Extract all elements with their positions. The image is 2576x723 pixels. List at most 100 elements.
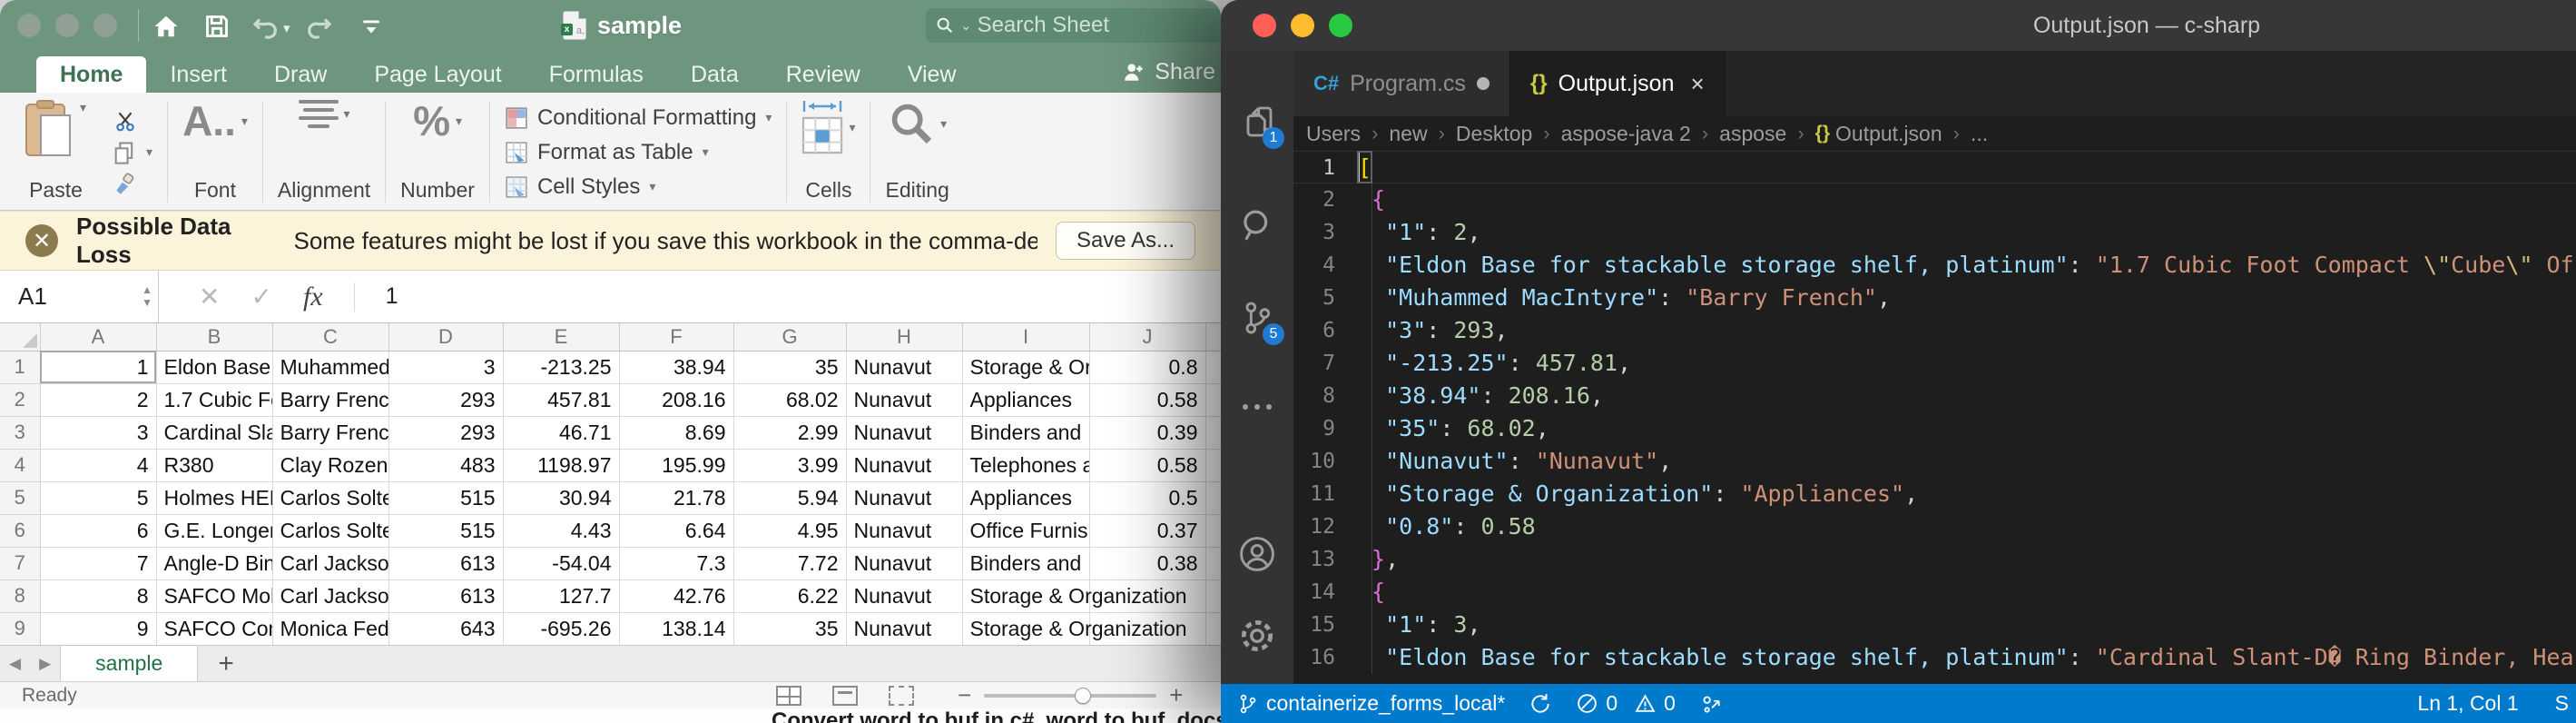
column-header-J[interactable]: J (1089, 323, 1205, 351)
cell-B3[interactable]: Cardinal Slan (156, 416, 272, 449)
cell-J4[interactable]: 0.58 (1089, 449, 1205, 481)
search-icon[interactable] (1221, 196, 1293, 254)
cell-styles-dropdown-icon[interactable]: ▾ (649, 179, 655, 194)
ribbon-customize-icon[interactable] (356, 11, 387, 42)
ribbon-tab-home[interactable]: Home (36, 56, 146, 93)
undo-dropdown-icon[interactable]: ▾ (283, 22, 290, 35)
editing-dropdown-icon[interactable]: ▾ (940, 116, 947, 132)
cell-H9[interactable]: Nunavut (846, 612, 962, 645)
zoom-slider-knob[interactable] (1075, 688, 1091, 704)
breadcrumb-item-output-json[interactable]: {}Output.json (1815, 122, 1942, 146)
cell-F3[interactable]: 8.69 (619, 416, 733, 449)
close-button[interactable] (17, 14, 41, 37)
cell-H6[interactable]: Nunavut (846, 514, 962, 547)
code-line-9[interactable]: 9 "35": 68.02, (1293, 412, 2576, 445)
cell-G6[interactable]: 4.95 (733, 514, 846, 547)
cell-G7[interactable]: 7.72 (733, 547, 846, 579)
cell-E3[interactable]: 46.71 (503, 416, 619, 449)
share-button[interactable]: Share (1122, 51, 1215, 93)
cell-C4[interactable]: Clay Rozenda (272, 449, 388, 481)
cell-A4[interactable]: 4 (40, 449, 156, 481)
code-line-3[interactable]: 3 "1": 2, (1293, 216, 2576, 249)
cell-E4[interactable]: 1198.97 (503, 449, 619, 481)
paste-button[interactable] (25, 100, 74, 160)
sheet-tab-sample[interactable]: sample (60, 646, 198, 681)
cell-B9[interactable]: SAFCO Comm (156, 612, 272, 645)
ribbon-tab-view[interactable]: View (884, 56, 980, 93)
column-header-I[interactable]: I (962, 323, 1089, 351)
clipped-status-item[interactable]: S (2555, 691, 2569, 716)
close-tab-icon[interactable]: × (1685, 70, 1704, 98)
row-header-2[interactable]: 2 (0, 383, 40, 416)
code-line-2[interactable]: 2 { (1293, 183, 2576, 216)
zoom-button[interactable] (1329, 14, 1352, 37)
column-header-D[interactable]: D (388, 323, 503, 351)
breadcrumb-item-desktop[interactable]: Desktop (1456, 122, 1532, 146)
column-header-A[interactable]: A (40, 323, 156, 351)
column-header-C[interactable]: C (272, 323, 388, 351)
cell-J3[interactable]: 0.39 (1089, 416, 1205, 449)
cell-I2[interactable]: Appliances (962, 383, 1089, 416)
cell-B1[interactable]: Eldon Base fo (156, 351, 272, 383)
conditional-formatting-dropdown-icon[interactable]: ▾ (765, 110, 772, 125)
cell-D4[interactable]: 483 (388, 449, 503, 481)
code-line-4[interactable]: 4 "Eldon Base for stackable storage shel… (1293, 249, 2576, 282)
cell-C8[interactable]: Carl Jackson (272, 579, 388, 612)
sync-button[interactable] (1529, 692, 1552, 716)
account-icon[interactable] (1221, 525, 1293, 583)
cell-I8[interactable]: Storage & Organization (962, 579, 1089, 612)
cell-H7[interactable]: Nunavut (846, 547, 962, 579)
breadcrumb-item-new[interactable]: new (1389, 122, 1427, 146)
cell-D3[interactable]: 293 (388, 416, 503, 449)
cell-A7[interactable]: 7 (40, 547, 156, 579)
editing-group[interactable]: ▾ Editing (872, 98, 961, 206)
cell-F5[interactable]: 21.78 (619, 481, 733, 514)
row-header-8[interactable]: 8 (0, 579, 40, 612)
sheet-prev-icon[interactable]: ◀ (0, 655, 30, 673)
cell-F2[interactable]: 208.16 (619, 383, 733, 416)
paste-dropdown-icon[interactable]: ▾ (80, 100, 86, 115)
cell-A6[interactable]: 6 (40, 514, 156, 547)
format-painter-button[interactable] (112, 173, 152, 196)
cell-empty[interactable] (1205, 579, 1221, 612)
code-line-10[interactable]: 10 "Nunavut": "Nunavut", (1293, 445, 2576, 478)
cell-C7[interactable]: Carl Jackson (272, 547, 388, 579)
cell-I1[interactable]: Storage & Or (962, 351, 1089, 383)
cell-F7[interactable]: 7.3 (619, 547, 733, 579)
confirm-entry-icon[interactable]: ✓ (251, 282, 271, 312)
ribbon-tab-review[interactable]: Review (762, 56, 884, 93)
cell-G1[interactable]: 35 (733, 351, 846, 383)
column-header-B[interactable]: B (156, 323, 272, 351)
cell-B6[interactable]: G.E. Longer-L (156, 514, 272, 547)
cut-button[interactable] (112, 109, 152, 133)
cell-G3[interactable]: 2.99 (733, 416, 846, 449)
cell-A3[interactable]: 3 (40, 416, 156, 449)
branch-selector[interactable]: containerize_forms_local* (1237, 691, 1505, 716)
cell-C3[interactable]: Barry French (272, 416, 388, 449)
explorer-icon[interactable]: 1 (1221, 93, 1293, 151)
search-scope-dropdown-icon[interactable]: ⌄ (960, 19, 972, 33)
insert-function-icon[interactable]: fx (303, 282, 323, 312)
select-all-corner[interactable] (0, 323, 40, 351)
cell-I5[interactable]: Appliances (962, 481, 1089, 514)
cell-I3[interactable]: Binders and (962, 416, 1089, 449)
number-group[interactable]: %▾ Number (388, 98, 487, 206)
cell-H8[interactable]: Nunavut (846, 579, 962, 612)
cell-E8[interactable]: 127.7 (503, 579, 619, 612)
cell-B8[interactable]: SAFCO Mobil (156, 579, 272, 612)
cell-H2[interactable]: Nunavut (846, 383, 962, 416)
cell-E2[interactable]: 457.81 (503, 383, 619, 416)
breadcrumb-item-aspose-java-2[interactable]: aspose-java 2 (1561, 122, 1691, 146)
font-dropdown-icon[interactable]: ▾ (241, 114, 248, 129)
cell-empty[interactable] (1205, 351, 1221, 383)
breadcrumb-item-users[interactable]: Users (1306, 122, 1361, 146)
launch-button[interactable] (1699, 692, 1723, 716)
code-line-6[interactable]: 6 "3": 293, (1293, 314, 2576, 347)
code-line-1[interactable]: 1[ (1293, 151, 2576, 183)
save-as-button[interactable]: Save As... (1056, 222, 1195, 260)
zoom-in-button[interactable]: + (1169, 681, 1183, 708)
cell-C6[interactable]: Carlos Solter (272, 514, 388, 547)
cell-J6[interactable]: 0.37 (1089, 514, 1205, 547)
cell-G5[interactable]: 5.94 (733, 481, 846, 514)
code-line-12[interactable]: 12 "0.8": 0.58 (1293, 510, 2576, 543)
